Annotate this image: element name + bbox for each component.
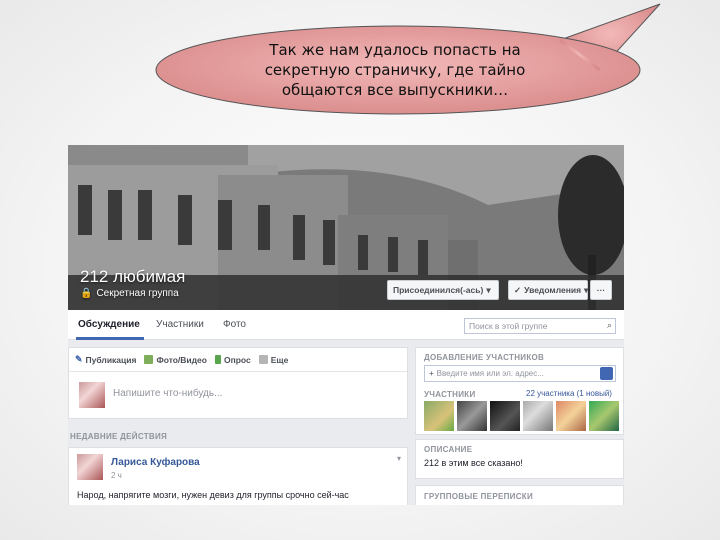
more-tab-label: Еще xyxy=(270,354,289,365)
composer-tabs: ✎ Публикация Фото/Видео Опрос Еще xyxy=(69,348,407,372)
avatar[interactable] xyxy=(79,382,105,408)
post-author-name[interactable]: Лариса Куфарова xyxy=(111,457,200,468)
notifications-button[interactable]: ✓ Уведомления ▾ xyxy=(508,280,588,300)
plus-icon: + xyxy=(429,369,434,378)
notifications-button-label: Уведомления xyxy=(524,285,582,295)
member-photo[interactable] xyxy=(424,401,454,431)
post-text: Народ, напрягите мозги, нужен девиз для … xyxy=(77,490,349,500)
description-title: ОПИСАНИЕ xyxy=(424,445,473,454)
bubble-line-2: секретную страничку, где тайно xyxy=(264,61,526,79)
member-photo[interactable] xyxy=(490,401,520,431)
facebook-group-screenshot: 212 любимая 🔒 Секретная группа Присоедин… xyxy=(68,145,624,505)
publish-tab[interactable]: ✎ Публикация xyxy=(75,354,136,365)
chevron-down-icon: ▾ xyxy=(486,284,491,295)
search-placeholder: Поиск в этой группе xyxy=(469,321,548,331)
member-photo[interactable] xyxy=(523,401,553,431)
active-tab-indicator xyxy=(76,337,144,340)
member-photo[interactable] xyxy=(589,401,619,431)
member-thumbnails xyxy=(424,401,619,431)
group-chats-card: ГРУППОВЫЕ ПЕРЕПИСКИ xyxy=(415,485,624,505)
add-members-card: ДОБАВЛЕНИЕ УЧАСТНИКОВ + Введите имя или э… xyxy=(415,347,624,435)
add-member-placeholder: Введите имя или эл. адрес... xyxy=(436,369,544,378)
chevron-down-icon: ▾ xyxy=(584,284,589,295)
group-search-input[interactable]: Поиск в этой группе ⌕ xyxy=(464,318,616,334)
poll-tab-label: Опрос xyxy=(223,354,251,365)
joined-button[interactable]: Присоединился(-ась) ▾ xyxy=(387,280,499,300)
tab-discussion[interactable]: Обсуждение xyxy=(78,319,140,330)
check-icon: ✓ xyxy=(514,284,522,295)
tab-members[interactable]: Участники xyxy=(156,319,204,330)
more-tab[interactable]: Еще xyxy=(258,354,289,365)
group-chats-title: ГРУППОВЫЕ ПЕРЕПИСКИ xyxy=(424,492,534,501)
tab-photos[interactable]: Фото xyxy=(223,319,246,330)
lock-icon: 🔒 xyxy=(80,288,93,299)
more-icon xyxy=(258,355,268,364)
photo-video-tab[interactable]: Фото/Видео xyxy=(144,354,207,365)
joined-button-label: Присоединился(-ась) xyxy=(393,285,484,295)
add-members-title: ДОБАВЛЕНИЕ УЧАСТНИКОВ xyxy=(424,353,545,362)
photo-icon xyxy=(144,355,154,364)
recent-activity-title: НЕДАВНИЕ ДЕЙСТВИЯ xyxy=(70,432,168,441)
poll-icon xyxy=(214,355,221,364)
add-member-input[interactable]: + Введите имя или эл. адрес... xyxy=(424,365,616,382)
cover-photo: 212 любимая 🔒 Секретная группа Присоедин… xyxy=(68,145,624,310)
pencil-icon: ✎ xyxy=(75,354,83,364)
chevron-down-icon[interactable]: ▾ xyxy=(397,454,401,463)
bubble-text: Так же нам удалось попасть на секретную … xyxy=(215,40,575,100)
more-options-label: ··· xyxy=(596,285,606,295)
bubble-line-3: общаются все выпускники… xyxy=(281,81,509,99)
member-photo[interactable] xyxy=(457,401,487,431)
search-icon[interactable]: ⌕ xyxy=(607,320,612,331)
description-card: ОПИСАНИЕ 212 в этим все сказано! xyxy=(415,439,624,479)
group-privacy: 🔒 Секретная группа xyxy=(80,288,179,299)
add-member-button[interactable] xyxy=(600,367,613,380)
poll-tab[interactable]: Опрос xyxy=(214,354,251,365)
photo-video-tab-label: Фото/Видео xyxy=(156,354,207,365)
members-count-link[interactable]: 22 участника (1 новый) xyxy=(526,389,612,398)
bubble-line-1: Так же нам удалось попасть на xyxy=(269,41,521,59)
member-photo[interactable] xyxy=(556,401,586,431)
post-author-avatar[interactable] xyxy=(77,454,103,480)
post-card: Лариса Куфарова 2 ч ▾ Народ, напрягите м… xyxy=(68,447,408,505)
post-composer: ✎ Публикация Фото/Видео Опрос Еще Напиши… xyxy=(68,347,408,419)
members-title: УЧАСТНИКИ xyxy=(424,390,476,399)
description-text: 212 в этим все сказано! xyxy=(424,458,523,468)
composer-input[interactable]: Напишите что-нибудь... xyxy=(113,388,222,399)
post-timestamp[interactable]: 2 ч xyxy=(111,471,122,480)
group-privacy-label: Секретная группа xyxy=(96,288,179,299)
publish-tab-label: Публикация xyxy=(85,354,137,365)
more-options-button[interactable]: ··· xyxy=(590,280,612,300)
group-name[interactable]: 212 любимая xyxy=(80,267,185,287)
